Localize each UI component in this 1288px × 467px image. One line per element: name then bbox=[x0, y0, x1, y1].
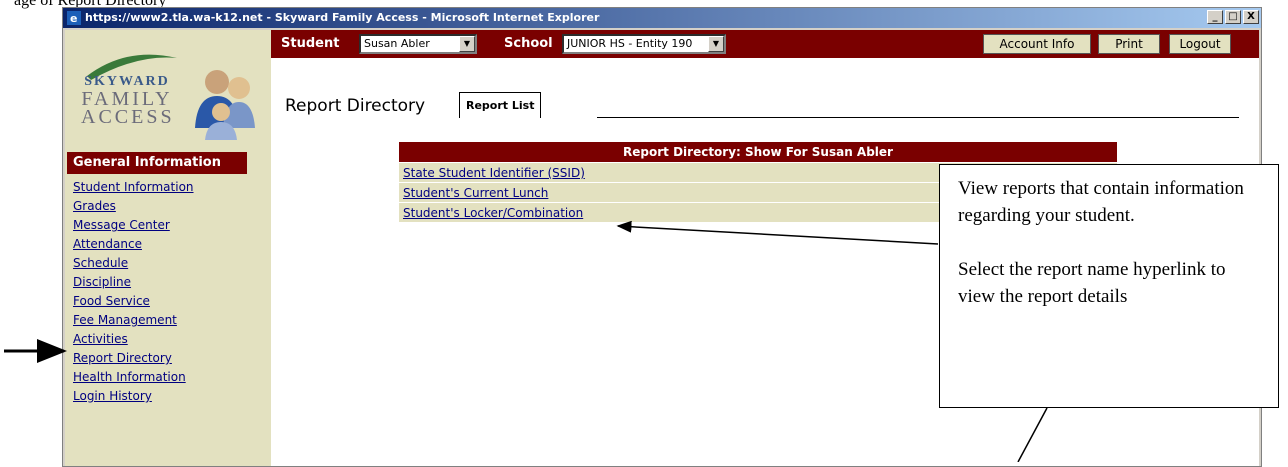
sidebar-nav: Student Information Grades Message Cente… bbox=[73, 178, 194, 406]
sidebar-item-food-service[interactable]: Food Service bbox=[73, 294, 150, 308]
report-link-current-lunch[interactable]: Student's Current Lunch bbox=[403, 186, 548, 200]
school-label: School bbox=[504, 36, 553, 51]
callout-paragraph-2: Select the report name hyperlink to view… bbox=[958, 259, 1226, 307]
report-table-header: Report Directory: Show For Susan Abler bbox=[399, 142, 1117, 162]
left-panel: SKYWARD FAMILY ACCESS General Informatio… bbox=[65, 30, 271, 466]
internet-explorer-icon: e bbox=[67, 11, 81, 25]
tab-report-list[interactable]: Report List bbox=[459, 92, 542, 118]
sidebar-item-discipline[interactable]: Discipline bbox=[73, 275, 131, 289]
chevron-down-icon[interactable]: ▼ bbox=[459, 36, 475, 52]
report-link-ssid[interactable]: State Student Identifier (SSID) bbox=[403, 166, 585, 180]
window-title: https://www2.tla.wa-k12.net - Skyward Fa… bbox=[85, 11, 600, 24]
sidebar-item-fee-management[interactable]: Fee Management bbox=[73, 313, 177, 327]
sidebar-item-schedule[interactable]: Schedule bbox=[73, 256, 128, 270]
sidebar-item-message-center[interactable]: Message Center bbox=[73, 218, 170, 232]
close-button[interactable]: X bbox=[1243, 10, 1259, 24]
school-select[interactable]: JUNIOR HS - Entity 190 ▼ bbox=[562, 34, 726, 54]
svg-text:e: e bbox=[70, 12, 77, 25]
student-select[interactable]: Susan Abler ▼ bbox=[359, 34, 477, 54]
student-label: Student bbox=[281, 36, 340, 51]
maximize-button[interactable]: □ bbox=[1225, 10, 1241, 24]
callout-paragraph-1: View reports that contain information re… bbox=[958, 178, 1244, 226]
student-select-value: Susan Abler bbox=[364, 37, 430, 50]
account-info-button[interactable]: Account Info bbox=[983, 34, 1091, 54]
logout-button[interactable]: Logout bbox=[1169, 34, 1231, 54]
page-title: Report Directory bbox=[285, 96, 426, 116]
sidebar-item-login-history[interactable]: Login History bbox=[73, 389, 152, 403]
sidebar-item-student-information[interactable]: Student Information bbox=[73, 180, 194, 194]
school-select-value: JUNIOR HS - Entity 190 bbox=[567, 37, 693, 50]
nav-header: General Information bbox=[67, 152, 247, 174]
top-bar: Student Susan Abler ▼ School JUNIOR HS -… bbox=[271, 30, 1259, 58]
sidebar-item-report-directory[interactable]: Report Directory bbox=[73, 351, 172, 365]
chevron-down-icon[interactable]: ▼ bbox=[708, 36, 724, 52]
print-button[interactable]: Print bbox=[1098, 34, 1160, 54]
title-bar: e https://www2.tla.wa-k12.net - Skyward … bbox=[63, 8, 1261, 28]
logo-line3: ACCESS bbox=[81, 106, 175, 128]
skyward-logo: SKYWARD FAMILY ACCESS bbox=[77, 36, 257, 146]
sidebar-item-attendance[interactable]: Attendance bbox=[73, 237, 142, 251]
callout-box: View reports that contain information re… bbox=[939, 164, 1279, 408]
minimize-button[interactable]: _ bbox=[1207, 10, 1223, 24]
report-link-locker-combination[interactable]: Student's Locker/Combination bbox=[403, 206, 583, 220]
tab-divider bbox=[597, 117, 1239, 118]
sidebar-item-activities[interactable]: Activities bbox=[73, 332, 128, 346]
sidebar-item-health-information[interactable]: Health Information bbox=[73, 370, 186, 384]
sidebar-item-grades[interactable]: Grades bbox=[73, 199, 116, 213]
